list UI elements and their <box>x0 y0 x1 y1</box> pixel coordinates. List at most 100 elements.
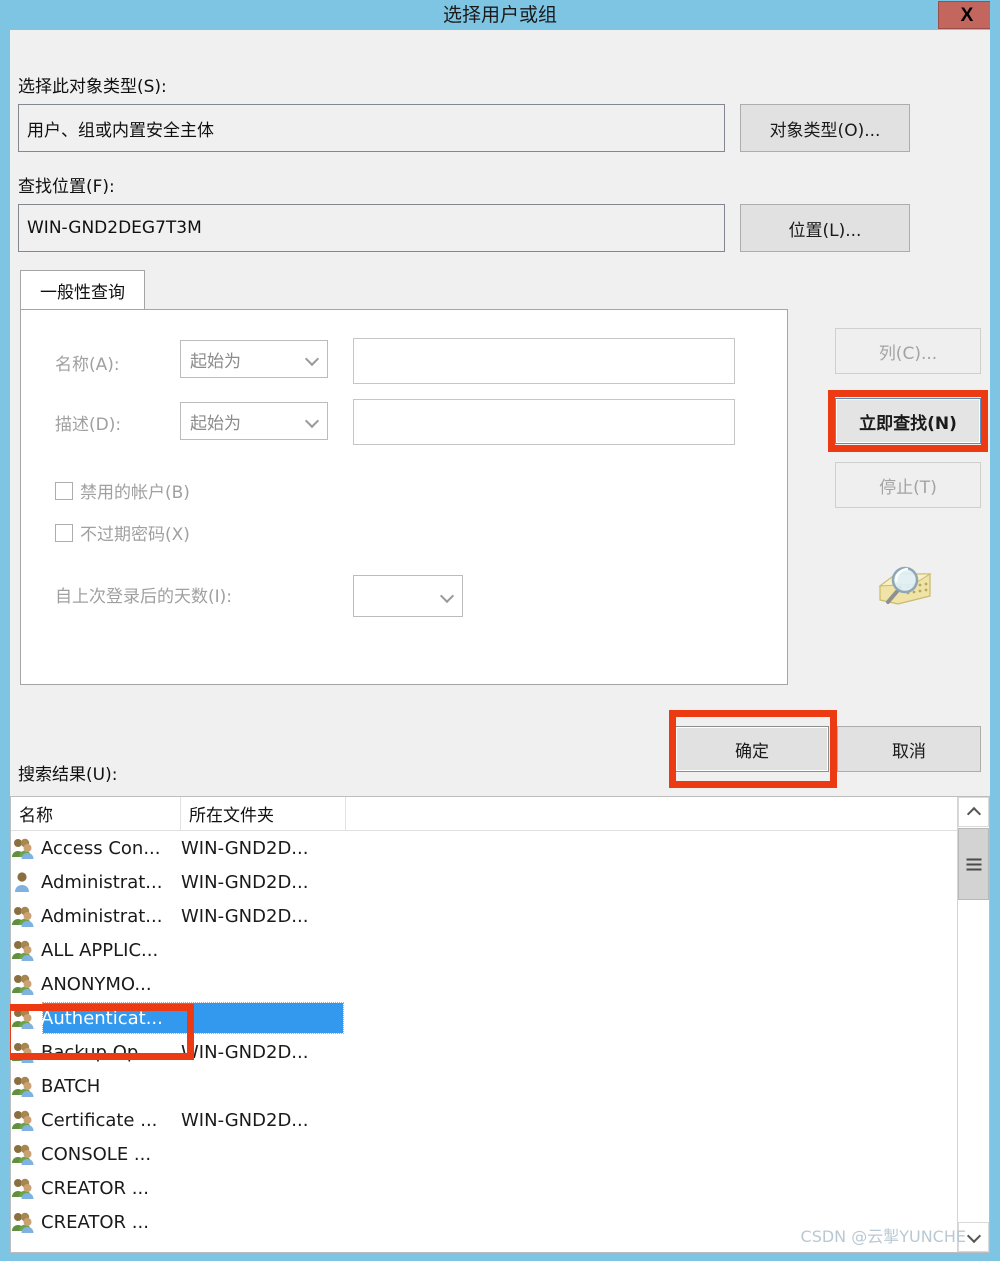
non-expiring-password-label: 不过期密码(X) <box>80 525 190 545</box>
name-condition-value: 起始为 <box>190 351 241 372</box>
table-row[interactable]: Certificate ... WIN-GND2D... <box>11 1103 989 1137</box>
row-name: ALL APPLIC... <box>11 939 181 961</box>
row-folder: WIN-GND2D... <box>181 905 309 927</box>
description-condition-select[interactable]: 起始为 <box>180 402 328 440</box>
row-folder: WIN-GND2D... <box>181 837 309 859</box>
row-name-text: CONSOLE ... <box>41 1143 152 1165</box>
row-name-text: ANONYMO... <box>41 973 152 995</box>
columns-button[interactable]: 列(C)... <box>835 328 981 374</box>
select-users-or-groups-dialog: 选择用户或组 X 选择此对象类型(S): 用户、组或内置安全主体 对象类型(O)… <box>0 0 1000 1261</box>
location-label: 查找位置(F): <box>18 177 115 197</box>
close-icon[interactable]: X <box>938 1 990 29</box>
row-name: BATCH <box>11 1075 181 1097</box>
column-header-folder[interactable]: 所在文件夹 <box>181 797 346 830</box>
name-label: 名称(A): <box>55 355 120 375</box>
row-name: CONSOLE ... <box>11 1143 181 1165</box>
tab-general-query[interactable]: 一般性查询 <box>20 270 145 310</box>
group-icon <box>11 1177 37 1199</box>
table-row[interactable]: Administrat... WIN-GND2D... <box>11 865 989 899</box>
row-folder: WIN-GND2D... <box>181 1041 309 1063</box>
location-field[interactable]: WIN-GND2DEG7T3M <box>18 204 725 252</box>
table-row[interactable]: Administrat... WIN-GND2D... <box>11 899 989 933</box>
column-header-name[interactable]: 名称 <box>11 797 181 830</box>
row-name-text: Access Con... <box>41 837 161 859</box>
cancel-button[interactable]: 取消 <box>837 726 981 772</box>
find-now-button[interactable]: 立即查找(N) <box>835 398 981 444</box>
group-icon <box>11 1109 37 1131</box>
row-name: CREATOR ... <box>11 1211 181 1233</box>
table-row[interactable]: Access Con... WIN-GND2D... <box>11 831 989 865</box>
table-row[interactable]: CONSOLE ... <box>11 1137 989 1171</box>
checkbox-icon[interactable] <box>55 481 73 500</box>
table-row[interactable]: ALL APPLIC... <box>11 933 989 967</box>
days-since-logon-label: 自上次登录后的天数(I): <box>55 587 233 607</box>
row-name-text: ALL APPLIC... <box>41 939 159 961</box>
row-name-text: Certificate ... <box>41 1109 158 1131</box>
checkbox-icon[interactable] <box>55 523 73 542</box>
row-name: CREATOR ... <box>11 1177 181 1199</box>
stop-button[interactable]: 停止(T) <box>835 462 981 508</box>
scrollbar-thumb[interactable] <box>958 828 989 900</box>
group-icon <box>11 1143 37 1165</box>
row-name-text: Backup Op... <box>41 1041 156 1063</box>
row-name: Authenticat... <box>11 1007 181 1029</box>
watermark: CSDN @云掣YUNCHE <box>800 1227 966 1246</box>
disabled-accounts-label: 禁用的帐户(B) <box>80 483 190 503</box>
name-input[interactable] <box>353 338 735 384</box>
table-row[interactable]: BATCH <box>11 1069 989 1103</box>
window-title: 选择用户或组 <box>442 4 557 26</box>
chevron-down-icon <box>306 415 318 427</box>
object-type-label: 选择此对象类型(S): <box>18 77 167 97</box>
group-icon <box>11 837 37 859</box>
table-row[interactable]: ANONYMO... <box>11 967 989 1001</box>
search-magnifier-icon <box>874 560 936 612</box>
scroll-up-icon[interactable] <box>958 797 989 827</box>
user-icon <box>11 871 37 893</box>
group-icon <box>11 1041 37 1063</box>
description-input[interactable] <box>353 399 735 445</box>
row-name: ANONYMO... <box>11 973 181 995</box>
description-label: 描述(D): <box>55 415 122 435</box>
row-name: Access Con... <box>11 837 181 859</box>
row-name: Backup Op... <box>11 1041 181 1063</box>
list-header: 名称 所在文件夹 <box>11 797 989 831</box>
column-header-extra[interactable] <box>346 797 989 830</box>
table-row[interactable]: CREATOR ... <box>11 1171 989 1205</box>
search-results-label: 搜索结果(U): <box>18 765 118 785</box>
group-icon <box>11 973 37 995</box>
group-icon <box>11 939 37 961</box>
description-condition-value: 起始为 <box>190 413 241 434</box>
row-name: Administrat... <box>11 871 181 893</box>
non-expiring-password-checkbox-row[interactable]: 不过期密码(X) <box>55 520 190 545</box>
title-bar: 选择用户或组 X <box>10 0 990 30</box>
row-name-text: Authenticat... <box>41 1007 163 1029</box>
days-since-logon-select[interactable] <box>353 575 463 617</box>
object-type-button[interactable]: 对象类型(O)... <box>740 104 910 152</box>
vertical-scrollbar[interactable] <box>957 797 989 1252</box>
row-name-text: Administrat... <box>41 871 163 893</box>
group-icon <box>11 1075 37 1097</box>
name-condition-select[interactable]: 起始为 <box>180 340 328 378</box>
chevron-down-icon <box>306 353 318 365</box>
row-name: Certificate ... <box>11 1109 181 1131</box>
location-button[interactable]: 位置(L)... <box>740 204 910 252</box>
row-name-text: CREATOR ... <box>41 1177 149 1199</box>
group-icon <box>11 1007 37 1029</box>
row-name-text: BATCH <box>41 1075 101 1097</box>
ok-button[interactable]: 确定 <box>675 726 829 772</box>
list-body: Access Con... WIN-GND2D... Administrat... W… <box>11 831 989 1239</box>
row-folder: WIN-GND2D... <box>181 1109 309 1131</box>
group-icon <box>11 905 37 927</box>
grip-icon <box>966 858 981 871</box>
table-row[interactable]: Authenticat... <box>11 1001 989 1035</box>
row-name: Administrat... <box>11 905 181 927</box>
disabled-accounts-checkbox-row[interactable]: 禁用的帐户(B) <box>55 478 190 503</box>
chevron-down-icon <box>441 590 453 602</box>
search-results-list[interactable]: 名称 所在文件夹 Access Con... WIN-GND2D... Admini… <box>10 796 990 1253</box>
group-icon <box>11 1211 37 1233</box>
row-name-text: CREATOR ... <box>41 1211 149 1233</box>
row-folder: WIN-GND2D... <box>181 871 309 893</box>
row-name-text: Administrat... <box>41 905 163 927</box>
object-type-field[interactable]: 用户、组或内置安全主体 <box>18 104 725 152</box>
table-row[interactable]: Backup Op... WIN-GND2D... <box>11 1035 989 1069</box>
